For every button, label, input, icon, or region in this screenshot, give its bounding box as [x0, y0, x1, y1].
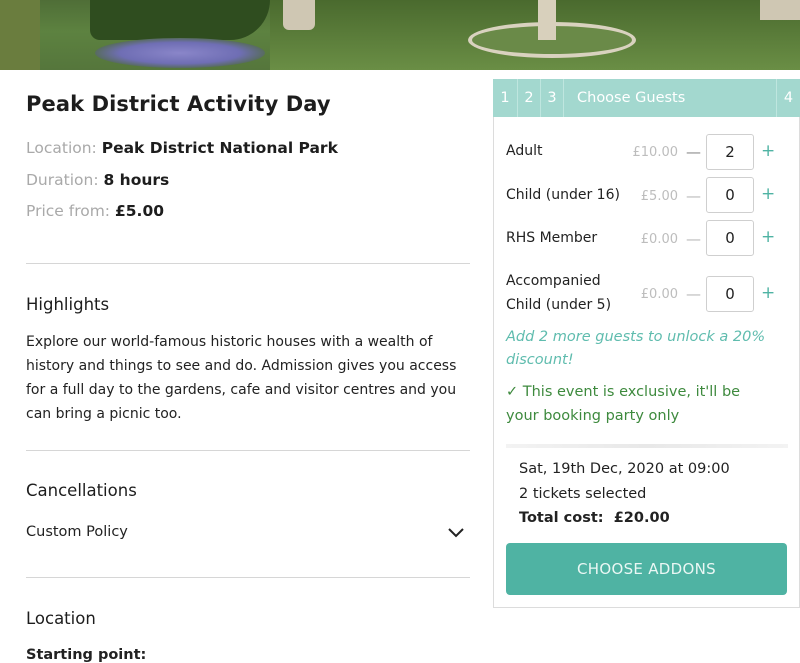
booking-steps: 1 2 3 Choose Guests 4: [493, 79, 800, 117]
decrement-button[interactable]: —: [686, 230, 701, 248]
location-row: Location: Peak District National Park: [26, 139, 338, 157]
total-cost-value: £20.00: [613, 510, 670, 526]
hero-pillar: [283, 0, 315, 30]
total-cost-label: Total cost:: [519, 510, 604, 526]
hero-pillar-right: [760, 0, 800, 20]
event-title: Peak District Activity Day: [26, 92, 331, 116]
tickets-selected: 2 tickets selected: [519, 486, 647, 502]
guest-label-rhs-member: RHS Member: [506, 230, 598, 246]
step-1[interactable]: 1: [493, 79, 517, 117]
highlights-text: Explore our world-famous historic houses…: [26, 334, 457, 422]
hero-image: [0, 0, 800, 70]
decrement-button[interactable]: —: [686, 187, 701, 205]
hero-bush: [0, 0, 40, 70]
increment-button[interactable]: +: [761, 227, 775, 247]
guest-price: £0.00: [640, 232, 678, 247]
guest-label-accompanied-line2: Child (under 5): [506, 297, 612, 313]
guest-label-adult: Adult: [506, 143, 543, 159]
duration-value: 8 hours: [103, 171, 170, 189]
duration-label: Duration:: [26, 171, 99, 189]
policy-toggle-label[interactable]: Custom Policy: [26, 524, 128, 540]
quantity-input[interactable]: 0: [706, 177, 754, 213]
decrement-button[interactable]: —: [686, 285, 701, 303]
step-2[interactable]: 2: [518, 79, 540, 117]
location-label: Location:: [26, 139, 97, 157]
decrement-button[interactable]: —: [686, 143, 701, 161]
guest-price: £10.00: [632, 145, 679, 160]
cancellations-heading: Cancellations: [26, 481, 137, 500]
total-cost-row: Total cost: £20.00: [519, 510, 670, 526]
chevron-down-icon[interactable]: [447, 526, 465, 540]
choose-addons-button[interactable]: CHOOSE ADDONS: [506, 543, 787, 595]
increment-button[interactable]: +: [761, 184, 775, 204]
divider: [26, 577, 470, 578]
divider: [26, 450, 470, 451]
location-heading: Location: [26, 609, 96, 628]
step-current-label: Choose Guests: [577, 90, 686, 106]
step-4[interactable]: 4: [777, 79, 800, 117]
exclusive-notice: ✓ This event is exclusive, it'll be your…: [506, 384, 741, 424]
highlights-heading: Highlights: [26, 295, 110, 314]
quantity-input[interactable]: 0: [706, 220, 754, 256]
quantity-input[interactable]: 2: [706, 134, 754, 170]
guest-label-child: Child (under 16): [506, 187, 620, 203]
guest-label-accompanied-line1: Accompanied: [506, 273, 601, 289]
divider: [506, 444, 788, 448]
step-divider: [563, 79, 564, 117]
price-label: Price from:: [26, 202, 111, 220]
hero-hedge: [90, 0, 270, 40]
quantity-input[interactable]: 0: [706, 276, 754, 312]
divider: [26, 263, 470, 264]
hero-fountain: [538, 0, 556, 40]
booking-date: Sat, 19th Dec, 2020 at 09:00: [519, 461, 730, 477]
price-row: Price from: £5.00: [26, 202, 164, 220]
increment-button[interactable]: +: [761, 283, 775, 303]
guest-price: £5.00: [640, 189, 678, 204]
discount-promo-text: Add 2 more guests to unlock a 20% discou…: [506, 329, 766, 368]
location-value: Peak District National Park: [101, 139, 338, 157]
duration-row: Duration: 8 hours: [26, 171, 169, 189]
hero-flowerbed: [95, 38, 265, 68]
guest-price: £0.00: [640, 287, 678, 302]
increment-button[interactable]: +: [761, 141, 775, 161]
step-3[interactable]: 3: [541, 79, 563, 117]
price-value: £5.00: [114, 202, 165, 220]
